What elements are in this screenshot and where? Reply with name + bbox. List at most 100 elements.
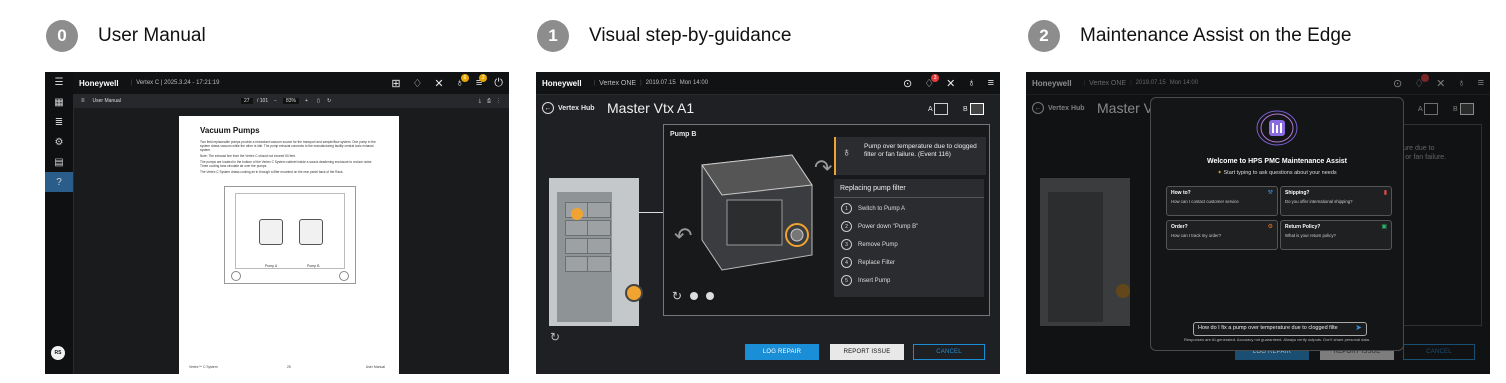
procedure-step[interactable]: 4 Replace Filter <box>841 257 895 268</box>
step-label: Replace Filter <box>858 259 896 266</box>
footer-page-number: 25 <box>287 365 291 369</box>
log-repair-button[interactable]: LOG REPAIR <box>745 344 819 360</box>
fit-page-icon[interactable]: ▯ <box>317 98 320 104</box>
notification-badge: 3 <box>931 73 940 82</box>
document-icon: ▮ <box>1383 190 1387 196</box>
step-number-badge: 1 <box>537 20 569 52</box>
view-b-toggle[interactable]: B <box>963 103 984 115</box>
back-link[interactable]: ← Vertex Hub <box>542 102 595 114</box>
suggestion-card[interactable]: How to? ⚒ How can I contact customer ser… <box>1166 186 1278 216</box>
visual-guidance-screen: Honeywell | Vertex ONE | 2019.07.15 Mon … <box>536 72 1000 374</box>
server-icon[interactable]: ▤ <box>45 152 73 172</box>
notification-badge <box>1421 73 1430 82</box>
sparkle-icon: ✦ <box>1217 170 1222 176</box>
list-icon[interactable]: ≣ <box>45 112 73 132</box>
highlight-marker <box>1116 284 1130 298</box>
back-label: Vertex Hub <box>558 104 595 112</box>
zoom-in-icon[interactable] <box>706 292 714 300</box>
bell-icon[interactable]: ♢ 3 <box>924 73 940 90</box>
card-title: Shipping? <box>1285 190 1310 196</box>
question-input[interactable]: How do I fix a pump over temperature due… <box>1193 322 1367 336</box>
step-label: Switch to Pump A <box>858 205 906 212</box>
queue-icon[interactable]: ≡ 2 <box>476 74 488 89</box>
print-icon[interactable]: ⎙ <box>487 98 491 104</box>
view-a-toggle[interactable]: A <box>928 103 949 115</box>
procedure-step[interactable]: 5 Insert Pump <box>841 275 890 286</box>
pump-alert-icon: ♁ <box>842 145 851 159</box>
suggestion-card[interactable]: Return Policy? ▣ What is your return pol… <box>1280 220 1392 250</box>
step-1-header: 1 Visual step-by-guidance <box>537 20 791 52</box>
reset-view-icon[interactable]: ↻ <box>672 289 682 303</box>
pump-diagram: Pump A Pump B <box>224 186 356 284</box>
machine-title: Master Vtx A1 <box>607 100 695 116</box>
camera-icon <box>934 103 949 115</box>
download-icon[interactable]: ⤓ <box>479 98 481 104</box>
location-icon[interactable]: ⊙ <box>1393 77 1402 90</box>
zoom-out-icon[interactable]: − <box>274 98 277 104</box>
alert-icon[interactable]: ♁ <box>1457 77 1465 89</box>
suggestion-card[interactable]: Shipping? ▮ Do you offer international s… <box>1280 186 1392 216</box>
footer-right: User Manual <box>365 365 385 369</box>
step-number: 3 <box>841 239 852 250</box>
settings-icon[interactable]: ⚙ <box>45 132 73 152</box>
bell-icon[interactable]: ♢ <box>1414 73 1430 90</box>
tools-icon[interactable]: ✕ <box>434 77 443 90</box>
menu-icon[interactable]: ≡ <box>81 98 85 104</box>
queue-icon[interactable]: ≡ <box>988 77 994 89</box>
view-b-toggle[interactable]: B <box>1453 103 1474 115</box>
step-number-badge: 2 <box>1028 20 1060 52</box>
dashboard-icon[interactable]: ▦ <box>45 92 73 112</box>
alert-icon[interactable]: ♁ <box>967 77 975 89</box>
viewer-toolbar: ≡ User Manual 27 / 101 − 83% + ▯ ↻ ⤓ ⎙ ⋮ <box>73 94 509 108</box>
menu-icon[interactable]: ☰ <box>45 72 73 92</box>
tools-icon[interactable]: ✕ <box>1436 77 1445 90</box>
refresh-icon[interactable]: ↻ <box>550 330 560 344</box>
grid-icon[interactable]: ⊞ <box>391 77 400 90</box>
procedure-step[interactable]: 1 Switch to Pump A <box>841 203 905 214</box>
back-link[interactable]: ← Vertex Hub <box>1032 102 1085 114</box>
cancel-button[interactable]: CANCEL <box>1403 344 1475 360</box>
context-label: Vertex ONE <box>1089 79 1127 87</box>
bell-icon[interactable]: ♢ <box>413 77 423 90</box>
zoom-in-icon[interactable]: + <box>305 98 308 104</box>
time-label: Mon 14:00 <box>1169 80 1199 86</box>
alert-icon[interactable]: ♁ 6 <box>456 74 469 89</box>
more-icon[interactable]: ⋮ <box>496 98 501 104</box>
report-issue-button[interactable]: REPORT ISSUE <box>830 344 904 360</box>
tools-icon[interactable]: ✕ <box>946 77 955 90</box>
location-icon[interactable]: ⊙ <box>903 77 912 90</box>
honeywell-logo: Honeywell <box>1032 78 1072 88</box>
top-bar: Honeywell | Vertex ONE | 2019.07.15 Mon … <box>1026 72 1490 95</box>
step-number: 5 <box>841 275 852 286</box>
card-title: How to? <box>1171 190 1191 196</box>
page-input[interactable]: 27 <box>241 98 253 104</box>
suggestion-card[interactable]: Order? ⚙ How can I track my order? <box>1166 220 1278 250</box>
rotate-arrow-icon: ↷ <box>814 155 833 180</box>
card-body: How can I track my order? <box>1171 233 1222 238</box>
rotate-icon[interactable]: ↻ <box>327 98 331 104</box>
step-0-header: 0 User Manual <box>46 20 206 52</box>
camera-icon <box>969 103 984 115</box>
wrench-icon: ⚒ <box>1267 190 1273 196</box>
send-icon[interactable]: ➤ <box>1355 323 1362 332</box>
help-icon[interactable]: ? <box>45 172 73 192</box>
step-number: 2 <box>841 221 852 232</box>
zoom-out-icon[interactable] <box>690 292 698 300</box>
pump-title: Pump B <box>670 131 697 138</box>
power-icon[interactable]: ⏻ <box>494 77 503 90</box>
procedure-step[interactable]: 3 Remove Pump <box>841 239 898 250</box>
cabinet-illustration <box>549 178 643 326</box>
zoom-input[interactable]: 83% <box>283 98 300 104</box>
card-title: Return Policy? <box>1285 224 1321 230</box>
procedure-step[interactable]: 2 Power down "Pump B" <box>841 221 918 232</box>
pump-a-drawing <box>259 219 283 245</box>
queue-icon[interactable]: ≡ <box>1478 77 1484 89</box>
cabinet-illustration <box>1040 178 1130 326</box>
cancel-button[interactable]: CANCEL <box>913 344 985 360</box>
card-title: Order? <box>1171 224 1188 230</box>
camera-icon <box>1459 103 1474 115</box>
procedure-title: Replacing pump filter <box>840 185 906 192</box>
avatar[interactable]: RS <box>51 346 65 360</box>
view-a-toggle[interactable]: A <box>1418 103 1439 115</box>
background-card: ture due to r or fan failure. <box>1396 124 1482 326</box>
